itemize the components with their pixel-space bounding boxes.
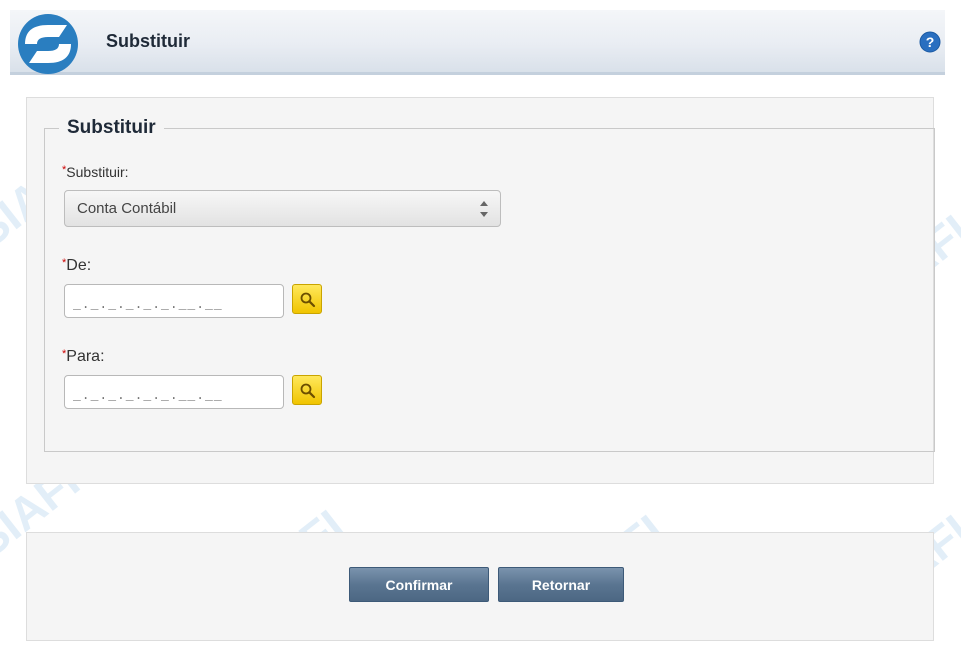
substituir-select[interactable]: Conta Contábil: [64, 190, 501, 227]
de-input[interactable]: [64, 284, 284, 318]
para-input[interactable]: [64, 375, 284, 409]
page-header: Substituir ?: [10, 10, 945, 75]
search-icon: [300, 292, 316, 308]
siafi-logo-icon: [17, 13, 79, 75]
select-arrows-icon: [480, 201, 488, 217]
fieldset-legend: Substituir: [67, 117, 156, 138]
de-search-button[interactable]: [292, 284, 322, 314]
page-title: Substituir: [106, 31, 190, 51]
help-icon[interactable]: ?: [919, 31, 941, 53]
substituir-label: *Substituir:: [62, 164, 129, 180]
search-icon: [300, 383, 316, 399]
svg-text:?: ?: [926, 34, 935, 50]
confirm-button[interactable]: Confirmar: [349, 567, 489, 602]
de-label: *De:: [62, 257, 92, 274]
para-label: *Para:: [62, 348, 105, 365]
para-search-button[interactable]: [292, 375, 322, 405]
back-button[interactable]: Retornar: [498, 567, 624, 602]
substituir-selected-value: Conta Contábil: [77, 200, 177, 217]
